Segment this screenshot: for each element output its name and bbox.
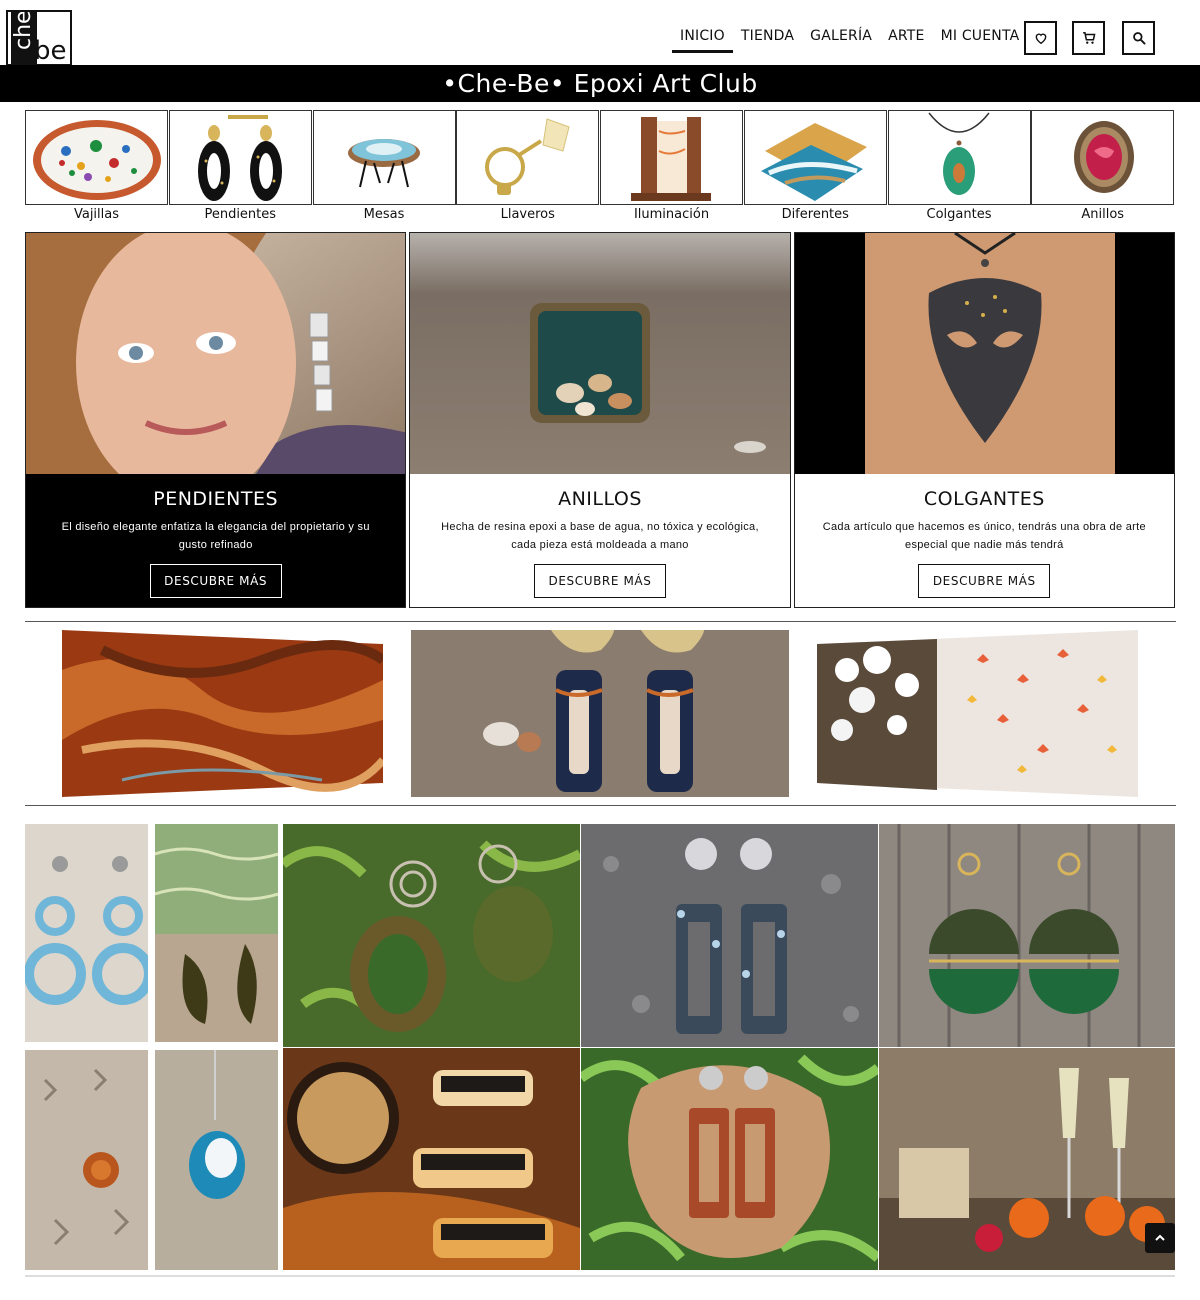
mosaic-tile[interactable] bbox=[283, 824, 580, 1047]
photo-mosaic bbox=[25, 824, 1175, 1270]
category-image bbox=[743, 110, 887, 205]
category-label: Anillos bbox=[1081, 207, 1125, 222]
wishlist-button[interactable] bbox=[1024, 21, 1057, 55]
category-label: Diferentes bbox=[781, 207, 849, 222]
discover-more-button[interactable]: DESCUBRE MÁS bbox=[918, 564, 1051, 598]
discover-more-button[interactable]: DESCUBRE MÁS bbox=[149, 564, 282, 598]
feature-photo bbox=[794, 233, 1174, 474]
feature-body: COLGANTES Cada artículo que hacemos es ú… bbox=[795, 474, 1174, 607]
category-image bbox=[600, 110, 743, 205]
category-llaveros[interactable]: Llaveros bbox=[456, 110, 600, 225]
feature-photo bbox=[410, 233, 790, 474]
main-nav: INICIO TIENDA GALERÍA ARTE MI CUENTA bbox=[672, 28, 1027, 53]
category-image bbox=[887, 110, 1031, 205]
gallery-carousel bbox=[0, 628, 1200, 800]
mosaic-tile[interactable] bbox=[283, 1048, 580, 1270]
site-title-bar: •Che-Be• Epoxi Art Club bbox=[0, 65, 1200, 102]
mosaic-tile[interactable] bbox=[879, 1048, 1175, 1270]
category-colgantes[interactable]: Colgantes bbox=[887, 110, 1032, 225]
category-image bbox=[1031, 110, 1175, 205]
search-button[interactable] bbox=[1122, 21, 1155, 55]
carousel-slide[interactable] bbox=[817, 630, 1138, 797]
feature-cards: PENDIENTES El diseño elegante enfatiza l… bbox=[25, 232, 1175, 608]
mosaic-tile[interactable] bbox=[155, 824, 278, 1042]
cart-button[interactable] bbox=[1072, 21, 1105, 55]
feature-card-anillos: ANILLOS Hecha de resina epoxi a base de … bbox=[409, 232, 791, 608]
category-strip: Vajillas Pendientes Mesas Llaveros Ilumi… bbox=[25, 110, 1175, 225]
category-iluminacion[interactable]: Iluminación bbox=[600, 110, 744, 225]
nav-item-mi-cuenta[interactable]: MI CUENTA bbox=[933, 28, 1028, 53]
nav-item-inicio[interactable]: INICIO bbox=[672, 28, 733, 53]
section-divider bbox=[25, 805, 1176, 806]
category-label: Colgantes bbox=[926, 207, 992, 222]
mosaic-tile[interactable] bbox=[581, 824, 878, 1047]
mosaic-tile[interactable] bbox=[25, 1050, 148, 1270]
site-header: che be INICIO TIENDA GALERÍA ARTE MI CUE… bbox=[0, 0, 1200, 66]
feature-text: Cada artículo que hacemos es único, tend… bbox=[822, 521, 1146, 551]
mosaic-tile[interactable] bbox=[25, 824, 148, 1042]
feature-title: PENDIENTES bbox=[153, 488, 279, 510]
section-divider bbox=[25, 621, 1176, 622]
category-image bbox=[25, 110, 168, 205]
feature-card-colgantes: COLGANTES Cada artículo que hacemos es ú… bbox=[793, 232, 1175, 608]
feature-body: ANILLOS Hecha de resina epoxi a base de … bbox=[410, 474, 789, 607]
cart-icon bbox=[1082, 31, 1095, 44]
mosaic-tile[interactable] bbox=[155, 1050, 278, 1270]
carousel-slide[interactable] bbox=[62, 630, 383, 797]
feature-title: ANILLOS bbox=[558, 488, 642, 510]
feature-photo bbox=[26, 233, 406, 474]
category-label: Vajillas bbox=[73, 207, 120, 222]
chevron-up-icon bbox=[1155, 1234, 1165, 1241]
feature-body: PENDIENTES El diseño elegante enfatiza l… bbox=[26, 474, 406, 607]
category-anillos[interactable]: Anillos bbox=[1031, 110, 1175, 225]
nav-item-galeria[interactable]: GALERÍA bbox=[802, 28, 880, 53]
feature-text: El diseño elegante enfatiza la elegancia… bbox=[61, 521, 370, 551]
mosaic-tile[interactable] bbox=[581, 1048, 878, 1270]
category-diferentes[interactable]: Diferentes bbox=[743, 110, 888, 225]
mosaic-tile[interactable] bbox=[879, 824, 1175, 1047]
category-vajillas[interactable]: Vajillas bbox=[25, 110, 169, 225]
category-mesas[interactable]: Mesas bbox=[312, 110, 457, 225]
heart-icon bbox=[1035, 33, 1046, 45]
category-image bbox=[312, 110, 456, 205]
feature-title: COLGANTES bbox=[923, 488, 1045, 510]
category-label: Iluminación bbox=[633, 207, 710, 222]
search-icon bbox=[1132, 32, 1145, 45]
nav-item-tienda[interactable]: TIENDA bbox=[733, 28, 802, 53]
feature-card-pendientes: PENDIENTES El diseño elegante enfatiza l… bbox=[25, 232, 407, 608]
carousel-slide[interactable] bbox=[411, 630, 789, 797]
category-pendientes[interactable]: Pendientes bbox=[168, 110, 313, 225]
feature-text: Hecha de resina epoxi a base de agua, no… bbox=[441, 521, 759, 551]
footer-divider bbox=[25, 1275, 1175, 1277]
category-label: Mesas bbox=[363, 207, 405, 222]
discover-more-button[interactable]: DESCUBRE MÁS bbox=[533, 564, 666, 598]
category-label: Pendientes bbox=[204, 207, 277, 222]
scroll-to-top-button[interactable] bbox=[1145, 1223, 1175, 1253]
site-logo[interactable]: che be bbox=[6, 10, 72, 66]
nav-item-arte[interactable]: ARTE bbox=[880, 28, 932, 53]
category-image bbox=[456, 110, 600, 205]
category-label: Llaveros bbox=[500, 207, 555, 222]
category-image bbox=[168, 110, 312, 205]
logo-be: be bbox=[34, 36, 67, 66]
